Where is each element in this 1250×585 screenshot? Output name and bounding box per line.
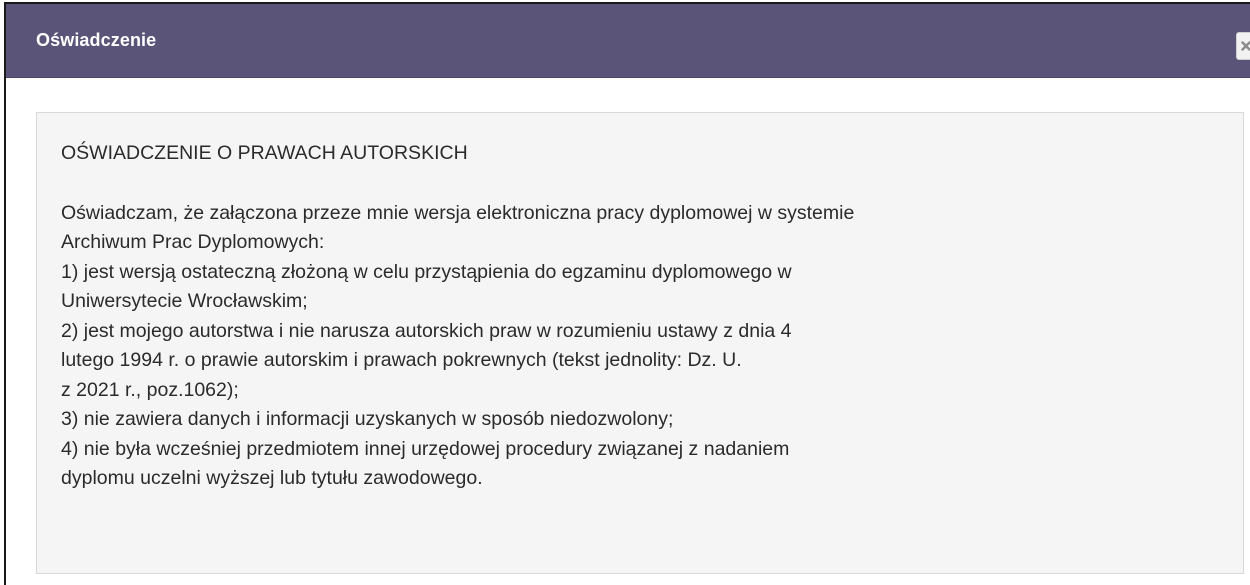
- statement-line: 4) nie była wcześniej przedmiotem innej …: [61, 437, 790, 460]
- statement-line: Archiwum Prac Dyplomowych:: [61, 231, 325, 253]
- statement-line: dyplomu uczelni wyższej lub tytułu zawod…: [61, 467, 483, 489]
- statement-line: 2) jest mojego autorstwa i nie narusza a…: [61, 319, 792, 342]
- statement-line: lutego 1994 r. o prawie autorskim i praw…: [61, 349, 742, 371]
- statement-heading: OŚWIADCZENIE O PRAWACH AUTORSKICH: [61, 142, 468, 164]
- statement-box: OŚWIADCZENIE O PRAWACH AUTORSKICH Oświad…: [36, 112, 1244, 574]
- statement-body: Oświadczam, że załączona przeze mnie wer…: [61, 199, 1219, 494]
- dialog-titlebar: Oświadczenie: [6, 4, 1250, 78]
- statement-line: z 2021 r., poz.1062);: [61, 378, 239, 401]
- dialog-title: Oświadczenie: [36, 30, 157, 50]
- statement-line: 1) jest wersją ostateczną złożoną w celu…: [61, 260, 792, 283]
- statement-line: Uniwersytecie Wrocławskim;: [61, 290, 308, 312]
- statement-line: Oświadczam, że załączona przeze mnie wer…: [61, 201, 855, 224]
- page: Oświadczenie OŚWIADCZENIE O PRAWACH AUTO…: [0, 0, 1250, 585]
- statement-line: 3) nie zawiera danych i informacji uzysk…: [61, 408, 674, 430]
- close-icon: [1241, 41, 1250, 51]
- close-button[interactable]: [1236, 32, 1250, 60]
